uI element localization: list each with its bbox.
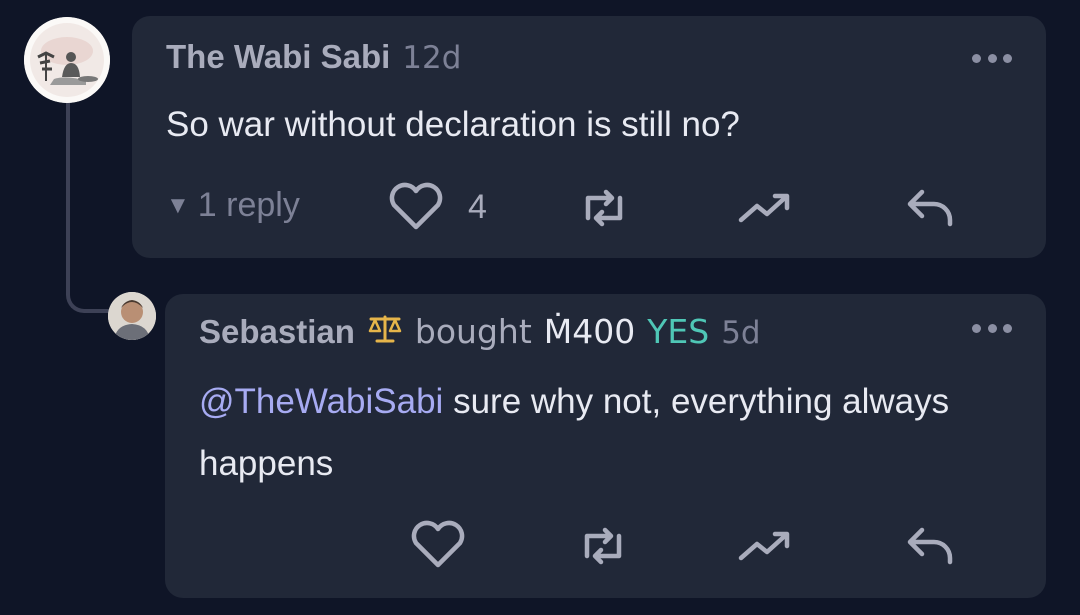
comment-text: @TheWabiSabi sure why not, everything al… xyxy=(199,371,979,495)
user-mention-link[interactable]: @TheWabiSabi xyxy=(199,382,443,421)
comment-author[interactable]: The Wabi Sabi xyxy=(166,38,390,76)
reply-button[interactable] xyxy=(904,186,956,228)
reply-arrow-icon xyxy=(907,189,953,227)
the-wabi-sabi-avatar[interactable] xyxy=(24,17,110,103)
trade-amount: Ṁ400 xyxy=(543,312,636,351)
trending-button[interactable] xyxy=(737,528,797,564)
caret-down-icon: ▼ xyxy=(166,191,190,219)
trending-up-icon xyxy=(738,193,790,223)
comment-timestamp[interactable]: 5d xyxy=(721,315,760,351)
comment-header: Sebastian bought Ṁ400 YES 5d xyxy=(199,312,761,351)
comment-thread: The Wabi Sabi 12d So war without declara… xyxy=(0,0,1080,615)
reply-arrow-icon xyxy=(907,527,953,565)
trade-action: bought xyxy=(414,312,532,351)
dot-icon xyxy=(987,53,997,63)
repost-icon xyxy=(585,189,623,227)
replies-count-label: 1 reply xyxy=(197,186,300,224)
heart-icon xyxy=(389,182,443,230)
heart-icon xyxy=(411,520,465,568)
comment-header: The Wabi Sabi 12d xyxy=(166,38,461,76)
comment-card-wabi-sabi: The Wabi Sabi 12d So war without declara… xyxy=(132,16,1046,258)
repost-icon xyxy=(584,527,622,565)
comment-text: So war without declaration is still no? xyxy=(166,105,740,144)
like-count: 4 xyxy=(468,187,487,226)
sebastian-avatar[interactable] xyxy=(108,292,156,340)
reply-button[interactable] xyxy=(904,524,956,566)
dot-icon xyxy=(972,323,981,333)
comment-timestamp[interactable]: 12d xyxy=(402,40,461,76)
dot-icon xyxy=(1003,323,1012,333)
repost-button[interactable] xyxy=(576,188,632,228)
like-button[interactable] xyxy=(408,520,468,570)
more-options-button[interactable] xyxy=(972,48,1012,68)
dot-icon xyxy=(972,53,981,63)
replies-toggle-button[interactable]: ▼ 1 reply xyxy=(166,186,300,225)
scale-icon xyxy=(368,315,402,343)
dot-icon xyxy=(987,323,997,333)
user-photo-icon xyxy=(108,292,156,340)
like-button[interactable]: 4 xyxy=(386,182,487,232)
more-options-button[interactable] xyxy=(972,318,1012,338)
dot-icon xyxy=(1003,53,1012,63)
comment-card-sebastian: Sebastian bought Ṁ400 YES 5d @TheWabiSab… xyxy=(165,294,1046,598)
trending-button[interactable] xyxy=(737,190,797,226)
comment-author[interactable]: Sebastian xyxy=(199,313,355,351)
repost-button[interactable] xyxy=(575,526,631,566)
zen-monk-icon xyxy=(24,17,110,103)
trending-up-icon xyxy=(738,531,790,561)
thread-connector-line xyxy=(66,103,118,313)
trade-outcome: YES xyxy=(647,312,710,351)
